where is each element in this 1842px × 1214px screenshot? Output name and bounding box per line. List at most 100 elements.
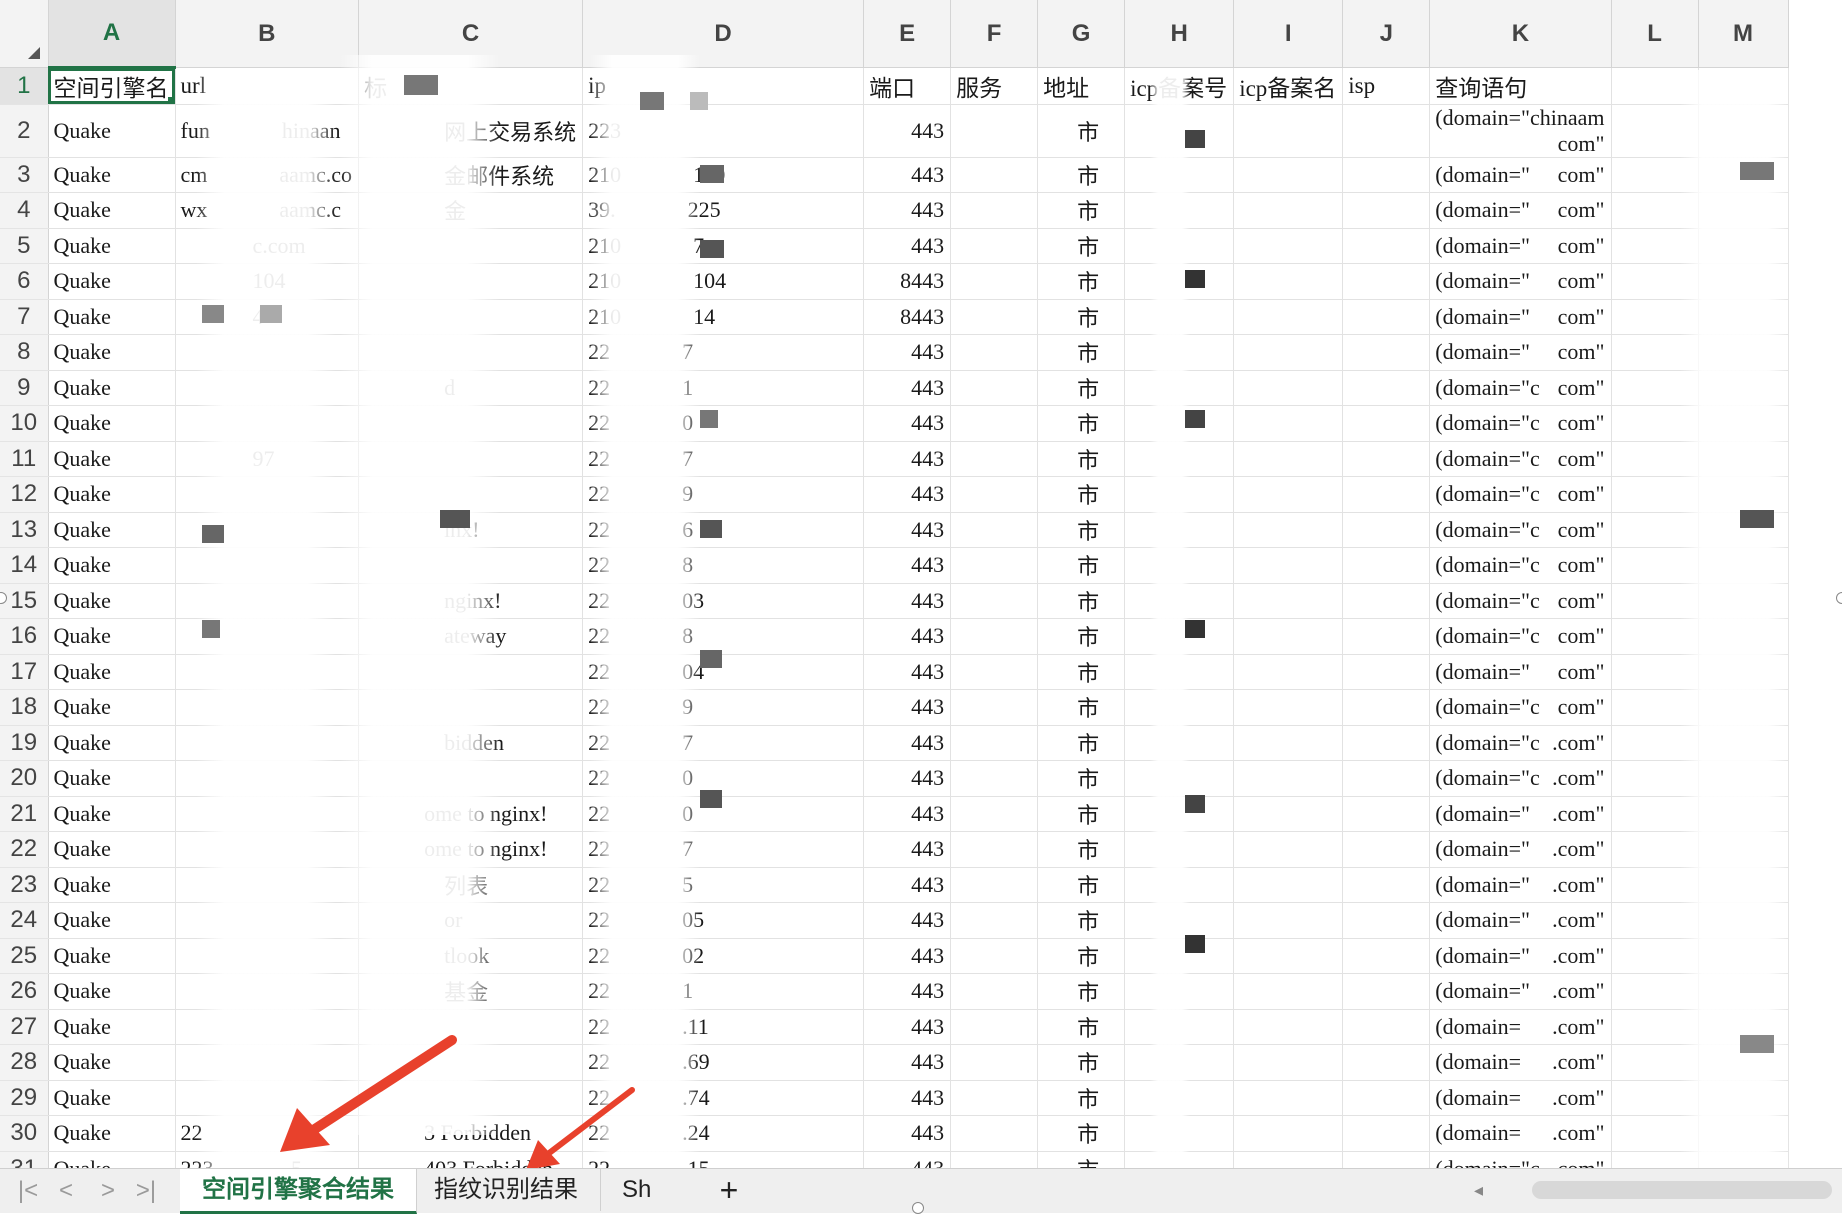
cell-l[interactable]: [1611, 867, 1699, 903]
row-header[interactable]: 19: [0, 725, 49, 761]
cell-j[interactable]: [1342, 334, 1431, 371]
cell-c[interactable]: [358, 334, 584, 371]
cell-d[interactable]: 22 7: [582, 725, 865, 761]
cell-a[interactable]: Quake: [48, 1151, 176, 1168]
cell-e[interactable]: 443: [863, 476, 952, 513]
cell-l[interactable]: [1611, 618, 1699, 655]
cell-d[interactable]: 22 1: [582, 370, 865, 406]
cell-a[interactable]: Quake: [48, 104, 176, 158]
cell-i[interactable]: [1233, 476, 1344, 513]
header-cell-b[interactable]: url: [175, 67, 360, 105]
row-header[interactable]: 30: [0, 1115, 49, 1152]
cell-d[interactable]: 210 104: [582, 263, 865, 300]
row-header[interactable]: 27: [0, 1009, 49, 1045]
cell-d[interactable]: 210 14: [582, 299, 865, 335]
cell-i[interactable]: [1233, 1115, 1344, 1152]
cell-d[interactable]: 39. 225: [582, 192, 865, 229]
cell-k[interactable]: (domain= .com": [1429, 1080, 1612, 1116]
cell-l[interactable]: [1611, 299, 1699, 335]
cell-l[interactable]: [1611, 654, 1699, 690]
cell-k[interactable]: (domain="c com": [1429, 583, 1612, 619]
row-header[interactable]: 28: [0, 1044, 49, 1081]
cell-d[interactable]: 22 7: [582, 441, 865, 477]
column-header-k[interactable]: K: [1429, 0, 1612, 68]
row-header[interactable]: 12: [0, 476, 49, 513]
cell-f[interactable]: [950, 618, 1039, 655]
cell-l[interactable]: [1611, 1080, 1699, 1116]
cell-c[interactable]: 金: [358, 192, 584, 229]
cell-i[interactable]: [1233, 1080, 1344, 1116]
column-header-j[interactable]: J: [1342, 0, 1431, 68]
cell-k[interactable]: (domain="c com": [1429, 405, 1612, 442]
cell-k[interactable]: (domain="c .com": [1429, 1151, 1612, 1168]
cell-a[interactable]: Quake: [48, 831, 176, 868]
cell-j[interactable]: [1342, 405, 1431, 442]
cell-i[interactable]: [1233, 689, 1344, 726]
cell-a[interactable]: Quake: [48, 725, 176, 761]
cell-e[interactable]: 8443: [863, 263, 952, 300]
cell-c[interactable]: [358, 405, 584, 442]
cell-c[interactable]: 基金: [358, 973, 584, 1010]
cell-f[interactable]: [950, 760, 1039, 797]
cell-b[interactable]: [175, 512, 360, 548]
last-sheet-button[interactable]: >|: [128, 1175, 164, 1207]
cell-i[interactable]: [1233, 370, 1344, 406]
column-header-f[interactable]: F: [950, 0, 1039, 68]
cell-m[interactable]: [1698, 831, 1789, 868]
tab-third-sheet[interactable]: Sh: [600, 1169, 673, 1211]
cell-e[interactable]: 443: [863, 334, 952, 371]
cell-b[interactable]: [175, 725, 360, 761]
row-header[interactable]: 25: [0, 938, 49, 974]
cell-b[interactable]: 22: [175, 1115, 360, 1152]
cell-b[interactable]: [175, 547, 360, 584]
cell-l[interactable]: [1611, 760, 1699, 797]
tab-fingerprint-results[interactable]: 指纹识别结果: [412, 1169, 601, 1211]
cell-b[interactable]: [175, 654, 360, 690]
cell-c[interactable]: 403 Forbidden: [358, 1151, 584, 1168]
column-header-d[interactable]: D: [582, 0, 865, 68]
cell-i[interactable]: [1233, 192, 1344, 229]
cell-f[interactable]: [950, 512, 1039, 548]
cell-k[interactable]: (domain=" com": [1429, 299, 1612, 335]
cell-c[interactable]: [358, 228, 584, 264]
cell-i[interactable]: [1233, 760, 1344, 797]
cell-d[interactable]: 210 110: [582, 157, 865, 193]
cell-c[interactable]: 3 Forbidden: [358, 1115, 584, 1152]
cell-e[interactable]: 443: [863, 405, 952, 442]
cell-a[interactable]: Quake: [48, 1009, 176, 1045]
cell-i[interactable]: [1233, 263, 1344, 300]
cell-m[interactable]: [1698, 938, 1789, 974]
cell-m[interactable]: [1698, 299, 1789, 335]
cell-f[interactable]: [950, 405, 1039, 442]
cell-j[interactable]: [1342, 192, 1431, 229]
cell-l[interactable]: [1611, 334, 1699, 371]
cell-j[interactable]: [1342, 299, 1431, 335]
cell-g[interactable]: 市: [1037, 263, 1126, 300]
column-header-a[interactable]: A: [48, 0, 176, 69]
cell-c[interactable]: inx!: [358, 512, 584, 548]
cell-f[interactable]: [950, 867, 1039, 903]
cell-d[interactable]: 22 03: [582, 583, 865, 619]
cell-k[interactable]: (domain="c .com": [1429, 725, 1612, 761]
cell-b[interactable]: 223.5: [175, 1151, 360, 1168]
cell-j[interactable]: [1342, 583, 1431, 619]
next-sheet-button[interactable]: >: [90, 1175, 126, 1207]
window-resize-handle[interactable]: [1836, 592, 1842, 604]
column-header-l[interactable]: L: [1611, 0, 1699, 68]
header-cell-i[interactable]: icp备案名: [1233, 67, 1344, 105]
cell-f[interactable]: [950, 104, 1039, 158]
cell-g[interactable]: 市: [1037, 938, 1126, 974]
cell-e[interactable]: 443: [863, 618, 952, 655]
cell-c[interactable]: [358, 263, 584, 300]
row-header[interactable]: 10: [0, 405, 49, 442]
cell-h[interactable]: [1124, 796, 1235, 832]
cell-f[interactable]: [950, 192, 1039, 229]
cell-g[interactable]: 市: [1037, 867, 1126, 903]
row-header[interactable]: 17: [0, 654, 49, 690]
cell-b[interactable]: [175, 1080, 360, 1116]
first-sheet-button[interactable]: |<: [10, 1175, 46, 1207]
cell-j[interactable]: [1342, 1044, 1431, 1081]
cell-m[interactable]: [1698, 370, 1789, 406]
cell-f[interactable]: [950, 547, 1039, 584]
row-header[interactable]: 5: [0, 228, 49, 264]
